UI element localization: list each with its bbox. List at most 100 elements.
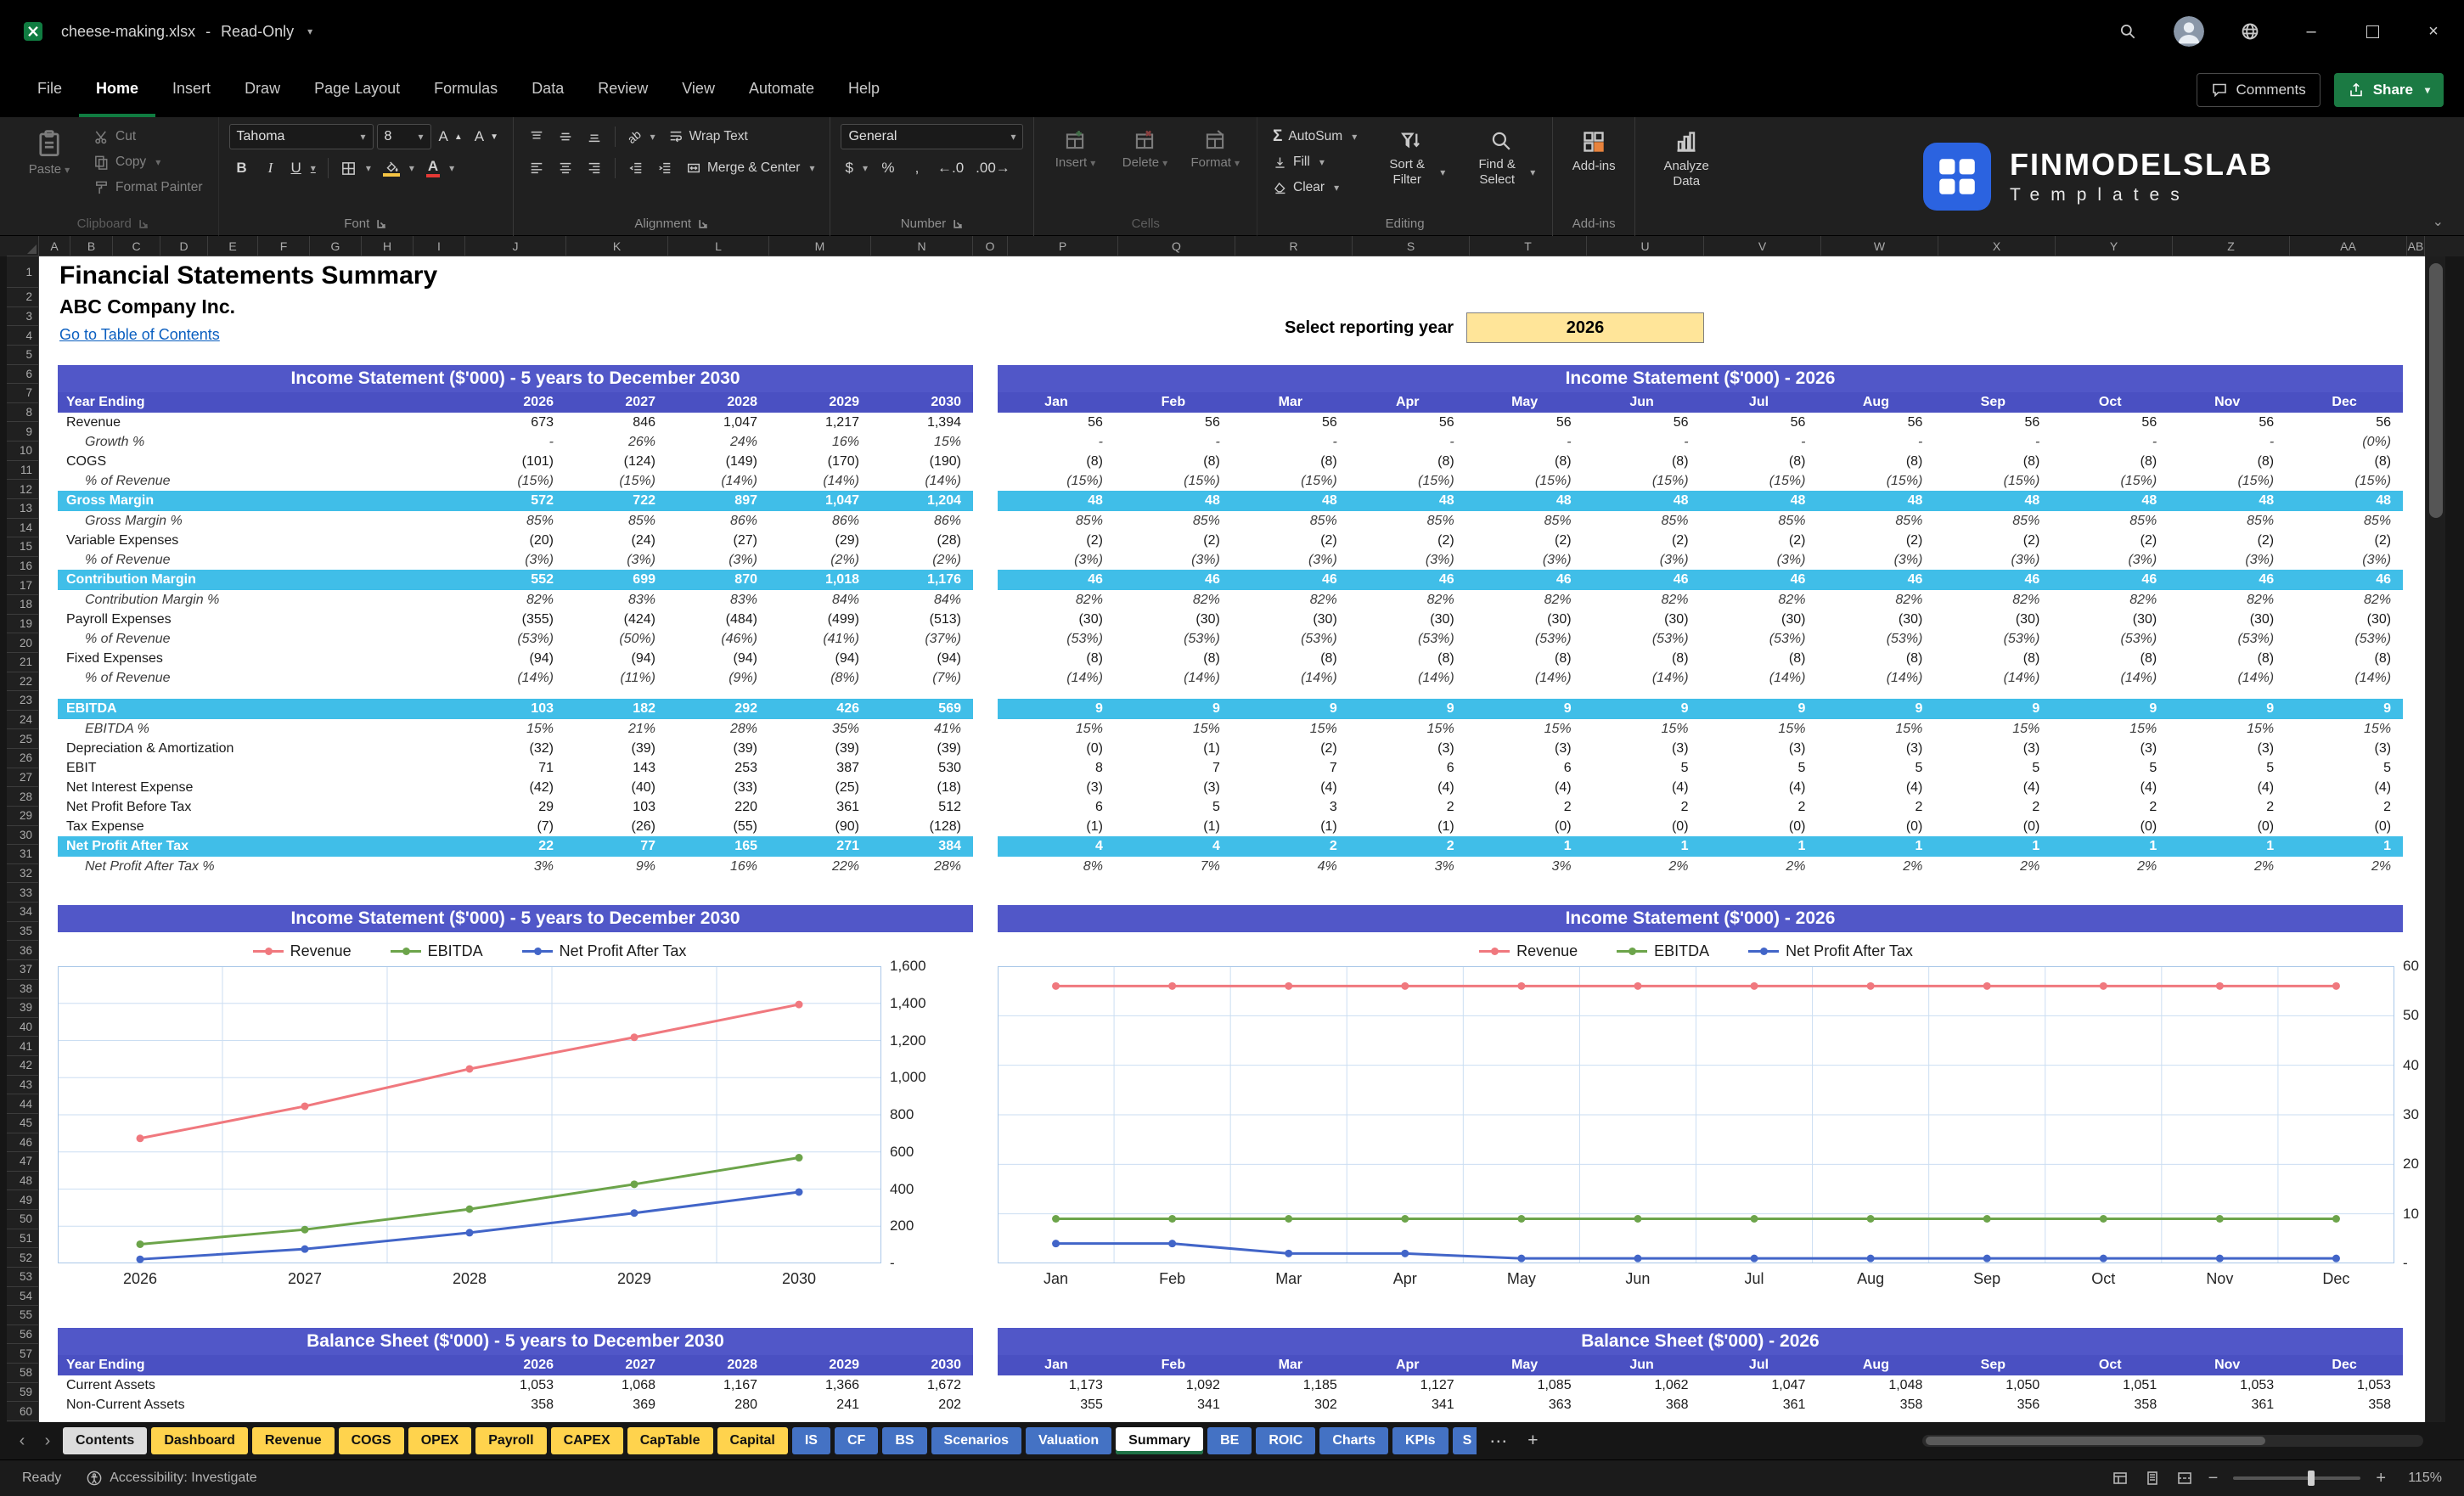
header-cell[interactable]: Mar — [1232, 395, 1349, 410]
cell[interactable]: 46 — [1466, 572, 1584, 588]
cell[interactable]: 1,048 — [1817, 1378, 1934, 1393]
cell[interactable]: (53%) — [1466, 632, 1584, 647]
cell[interactable]: 8 — [998, 761, 1115, 776]
row-header[interactable]: 10 — [7, 441, 39, 461]
cell[interactable]: 358 — [2286, 1398, 2403, 1413]
cell[interactable]: 220 — [667, 800, 769, 815]
menu-tab-insert[interactable]: Insert — [155, 63, 228, 117]
header-cell[interactable]: Feb — [1115, 395, 1232, 410]
row-label-cell[interactable]: Net Interest Expense — [58, 780, 464, 796]
cell[interactable]: 5 — [2169, 761, 2286, 776]
row-header[interactable]: 39 — [7, 998, 39, 1018]
header-cell[interactable]: May — [1466, 395, 1584, 410]
cell[interactable]: (30) — [1934, 612, 2051, 627]
cell[interactable]: 29 — [464, 800, 565, 815]
cell[interactable]: 1,394 — [871, 415, 973, 430]
column-header[interactable]: G — [310, 236, 362, 256]
cell[interactable]: 56 — [1232, 415, 1349, 430]
cell[interactable]: 15% — [998, 722, 1115, 737]
row-header[interactable]: 13 — [7, 498, 39, 519]
column-header[interactable]: W — [1821, 236, 1938, 256]
header-cell[interactable]: Jan — [998, 395, 1115, 410]
horizontal-scrollbar-thumb[interactable] — [1926, 1437, 2265, 1445]
cell[interactable]: 15% — [1701, 722, 1818, 737]
cell[interactable]: 2% — [1584, 859, 1701, 875]
cell[interactable]: (9%) — [667, 671, 769, 686]
cell[interactable]: (2) — [1232, 533, 1349, 548]
sheet-tab-kpis[interactable]: KPIs — [1392, 1427, 1449, 1454]
cell[interactable]: (8) — [2169, 454, 2286, 470]
cell[interactable]: (3%) — [1934, 553, 2051, 568]
cell[interactable]: 46 — [2051, 572, 2169, 588]
row-header[interactable]: 37 — [7, 959, 39, 980]
cell[interactable]: (50%) — [565, 632, 667, 647]
cell[interactable]: 15% — [1934, 722, 2051, 737]
merge-center-button[interactable]: Merge & Center ▾ — [681, 155, 819, 181]
sheet-tab-charts[interactable]: Charts — [1319, 1427, 1388, 1454]
increase-decimal-button[interactable]: ←.0 — [933, 155, 968, 181]
read-only-badge[interactable]: Read-Only — [221, 23, 294, 41]
cell[interactable]: (14%) — [1584, 671, 1701, 686]
cell[interactable]: (15%) — [1232, 474, 1349, 489]
sheet-tab-bs[interactable]: BS — [882, 1427, 927, 1454]
cell[interactable]: 1,204 — [871, 493, 973, 509]
align-top-button[interactable] — [524, 124, 549, 149]
cell[interactable]: (4) — [1817, 780, 1934, 796]
row-header[interactable]: 8 — [7, 402, 39, 423]
cell[interactable]: 4 — [998, 839, 1115, 854]
cell[interactable]: (8) — [1232, 651, 1349, 666]
cell[interactable]: (15%) — [2169, 474, 2286, 489]
horizontal-scrollbar[interactable] — [1922, 1435, 2423, 1447]
column-header[interactable]: B — [70, 236, 113, 256]
cell[interactable]: 361 — [1701, 1398, 1818, 1413]
cell[interactable]: 143 — [565, 761, 667, 776]
row-header[interactable]: 51 — [7, 1229, 39, 1249]
cell[interactable]: (15%) — [1701, 474, 1818, 489]
cell[interactable]: (30) — [1349, 612, 1466, 627]
sheet-tab-be[interactable]: BE — [1207, 1427, 1252, 1454]
cell[interactable]: (0) — [1934, 819, 2051, 835]
comments-button[interactable]: Comments — [2196, 73, 2321, 107]
row-header[interactable]: 18 — [7, 595, 39, 615]
cell[interactable]: 271 — [769, 839, 871, 854]
cell[interactable]: (14%) — [871, 474, 973, 489]
chart-plot-area[interactable] — [58, 966, 881, 1263]
cell[interactable]: (15%) — [1115, 474, 1232, 489]
cell[interactable]: (30) — [1466, 612, 1584, 627]
fill-color-button[interactable]: ▾ — [379, 155, 419, 181]
cell[interactable]: (42) — [464, 780, 565, 796]
row-header[interactable]: 55 — [7, 1306, 39, 1325]
cell[interactable]: 86% — [667, 514, 769, 529]
cell[interactable]: - — [1232, 435, 1349, 450]
cell[interactable]: (8) — [2051, 651, 2169, 666]
align-middle-button[interactable] — [553, 124, 578, 149]
cell[interactable]: 82% — [464, 593, 565, 608]
analyze-data-button[interactable]: Analyze Data — [1645, 124, 1727, 189]
copy-button[interactable]: Copy ▾ — [88, 149, 208, 175]
cell[interactable]: 5 — [1115, 800, 1232, 815]
menu-tab-review[interactable]: Review — [581, 63, 665, 117]
cell[interactable]: (30) — [1584, 612, 1701, 627]
cell[interactable]: 5 — [2286, 761, 2403, 776]
account-avatar[interactable] — [2158, 0, 2219, 63]
cell[interactable]: 1,366 — [769, 1378, 871, 1393]
chart-plot-area[interactable] — [998, 966, 2394, 1263]
cell[interactable]: 85% — [1584, 514, 1701, 529]
decrease-indent-button[interactable] — [623, 155, 649, 181]
row-header[interactable]: 48 — [7, 1171, 39, 1191]
cell[interactable]: (15%) — [464, 474, 565, 489]
cell[interactable]: (3%) — [1817, 553, 1934, 568]
cell[interactable]: (101) — [464, 454, 565, 470]
cell[interactable]: 82% — [1232, 593, 1349, 608]
cell[interactable]: 9 — [1349, 701, 1466, 717]
header-cell[interactable]: Oct — [2051, 1358, 2169, 1373]
row-header[interactable]: 1 — [7, 256, 39, 288]
row-label-cell[interactable]: Net Profit After Tax — [58, 839, 464, 854]
cell[interactable]: (4) — [1349, 780, 1466, 796]
cell[interactable]: 2 — [1934, 800, 2051, 815]
cell[interactable]: 1,068 — [565, 1378, 667, 1393]
cell[interactable]: 85% — [998, 514, 1115, 529]
cell[interactable]: (15%) — [1934, 474, 2051, 489]
cell[interactable]: (3%) — [1232, 553, 1349, 568]
row-header[interactable]: 33 — [7, 883, 39, 903]
